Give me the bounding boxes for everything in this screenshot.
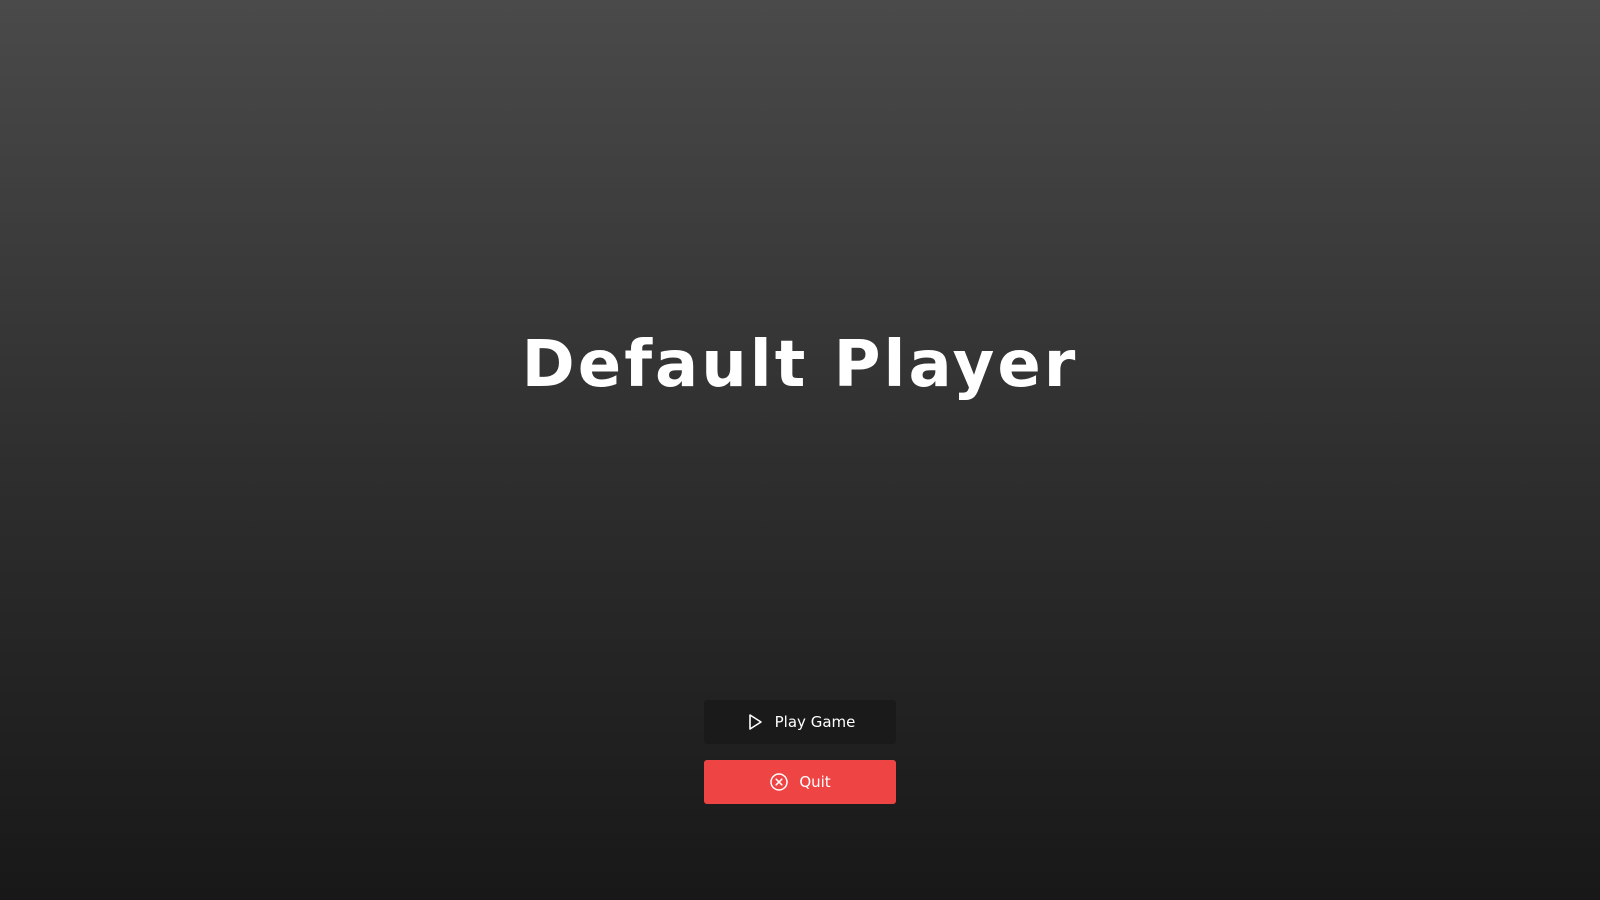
play-game-label: Play Game [774,713,856,731]
quit-button[interactable]: Quit [704,760,896,804]
quit-label: Quit [799,773,831,791]
main-menu: Play Game Quit [704,700,896,804]
player-title: Default Player [521,328,1079,402]
play-game-button[interactable]: Play Game [704,700,896,744]
close-circle-icon [769,772,789,792]
play-icon [745,712,765,732]
